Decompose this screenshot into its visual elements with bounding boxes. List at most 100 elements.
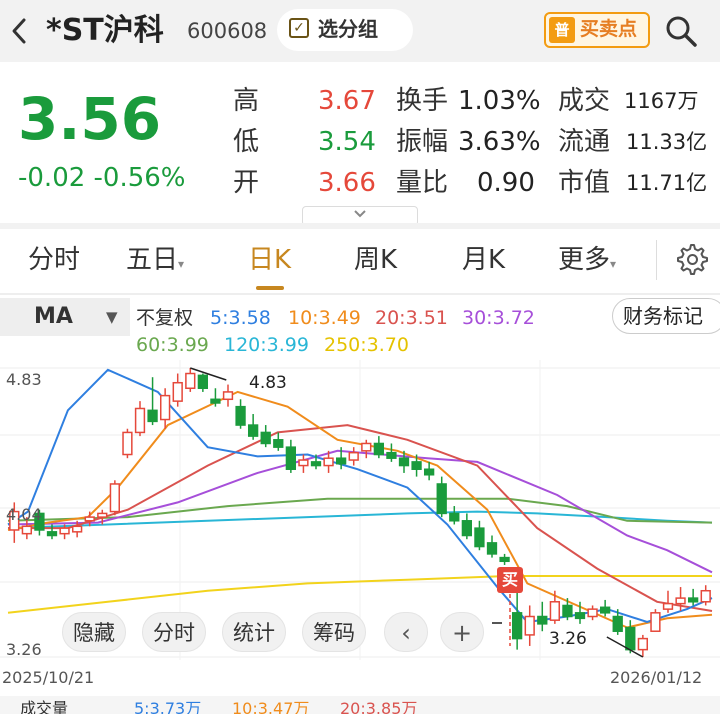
adjust-mode-label[interactable]: 不复权 xyxy=(136,305,193,331)
candle xyxy=(637,634,649,657)
candle-body xyxy=(247,424,259,437)
candle-body xyxy=(687,597,699,603)
tab-weekly-k[interactable]: 周K xyxy=(354,243,397,277)
candle-body xyxy=(386,451,397,459)
candle-body xyxy=(524,615,535,636)
hide-button[interactable]: 隐藏 xyxy=(62,612,126,652)
candle-body xyxy=(197,374,209,389)
volume-ratio-label: 量比 xyxy=(396,168,449,198)
ma5-legend: 5:3.58 xyxy=(210,307,271,329)
open-value: 3.66 xyxy=(318,168,376,198)
tab-more[interactable]: 更多▾ xyxy=(558,243,616,281)
float-label: 流通 xyxy=(558,127,611,157)
candle xyxy=(348,447,359,466)
prev-button[interactable]: ‹ xyxy=(384,612,428,652)
candle-body xyxy=(423,468,435,476)
intraday-button[interactable]: 分时 xyxy=(142,612,206,652)
candle-body xyxy=(398,457,410,467)
zoom-in-button[interactable]: + xyxy=(440,612,484,652)
candle-body xyxy=(436,483,447,515)
candle-body xyxy=(323,457,334,467)
high-pointer-line xyxy=(190,367,227,381)
candle xyxy=(700,585,711,606)
candle-body xyxy=(637,637,649,651)
candle-body xyxy=(335,457,347,465)
candle-body xyxy=(109,483,121,513)
section-divider xyxy=(0,223,720,229)
candle-body xyxy=(159,394,171,421)
candle xyxy=(134,401,146,437)
stock-code: 600608 xyxy=(187,19,268,43)
candle xyxy=(373,436,385,459)
tab-daily-k[interactable]: 日K xyxy=(248,243,291,277)
candle-body xyxy=(122,431,133,456)
gear-icon[interactable] xyxy=(674,242,708,276)
amplitude-label: 振幅 xyxy=(396,127,449,157)
candle xyxy=(587,605,598,621)
candle-body xyxy=(260,431,271,445)
tab-separator xyxy=(656,240,657,280)
amplitude-value: 3.63% xyxy=(458,127,541,157)
tab-monthly-k[interactable]: 月K xyxy=(462,243,505,277)
volume-ratio-value: 0.90 xyxy=(477,168,535,198)
back-button[interactable] xyxy=(8,14,30,48)
candle-body xyxy=(499,556,510,563)
current-price: 3.56 xyxy=(18,85,162,153)
candle-body xyxy=(675,597,686,605)
high-label: 高 xyxy=(233,86,260,116)
low-value: 3.54 xyxy=(318,127,376,157)
candle xyxy=(298,454,309,473)
chips-button[interactable]: 筹码 xyxy=(302,612,366,652)
x-end-label: 2026/01/12 xyxy=(610,668,703,687)
y-mid-label: 4.04 xyxy=(6,505,42,524)
candle xyxy=(109,480,121,516)
candle-body xyxy=(310,461,322,467)
ma120-legend: 120:3.99 xyxy=(224,334,309,356)
buy-marker[interactable]: 买 xyxy=(497,567,523,593)
finance-marks-label: 财务标记 xyxy=(623,304,703,328)
caret-down-icon: ▾ xyxy=(178,257,185,271)
candle xyxy=(486,535,498,558)
candle-body xyxy=(700,589,711,603)
statistics-label: 统计 xyxy=(233,621,275,645)
candle-body xyxy=(210,398,221,404)
mktcap-label: 市值 xyxy=(558,168,611,198)
open-label: 开 xyxy=(233,168,260,198)
checkbox-icon: ✓ xyxy=(289,18,309,38)
candle-body xyxy=(587,608,598,618)
tab-five-day[interactable]: 五日▾ xyxy=(126,243,184,281)
ma20-legend: 20:3.51 xyxy=(375,307,448,329)
candle xyxy=(260,425,271,448)
volume-ma5: 5:3.73万 xyxy=(134,699,202,714)
candle-body xyxy=(172,381,183,402)
trade-points-label: 买卖点 xyxy=(580,18,638,40)
ma10-legend: 10:3.49 xyxy=(288,307,361,329)
candle-body xyxy=(486,542,498,555)
statistics-button[interactable]: 统计 xyxy=(222,612,286,652)
search-icon[interactable] xyxy=(664,14,698,48)
candle xyxy=(285,439,297,473)
turnover-label: 换手 xyxy=(396,86,449,116)
ma30-legend: 30:3.72 xyxy=(462,307,535,329)
minus-icon[interactable] xyxy=(492,622,502,624)
chevron-down-icon xyxy=(354,210,366,218)
x-start-label: 2025/10/21 xyxy=(2,668,95,687)
candle xyxy=(474,520,485,551)
candle xyxy=(549,590,561,624)
candle xyxy=(562,598,573,621)
candle xyxy=(247,414,259,440)
candle-body xyxy=(59,527,70,535)
candle xyxy=(235,399,246,429)
candle xyxy=(436,476,447,518)
candle-body xyxy=(650,612,661,632)
intraday-label: 分时 xyxy=(153,621,195,645)
candle-body xyxy=(411,461,422,470)
candle xyxy=(650,609,661,632)
indicator-label: MA xyxy=(34,304,73,329)
candle-body xyxy=(285,446,297,470)
tab-intraday[interactable]: 分时 xyxy=(28,243,80,277)
candle-body xyxy=(185,372,196,389)
candle xyxy=(147,377,158,426)
tab-five-day-label: 五日 xyxy=(126,245,179,275)
candle xyxy=(662,590,674,613)
